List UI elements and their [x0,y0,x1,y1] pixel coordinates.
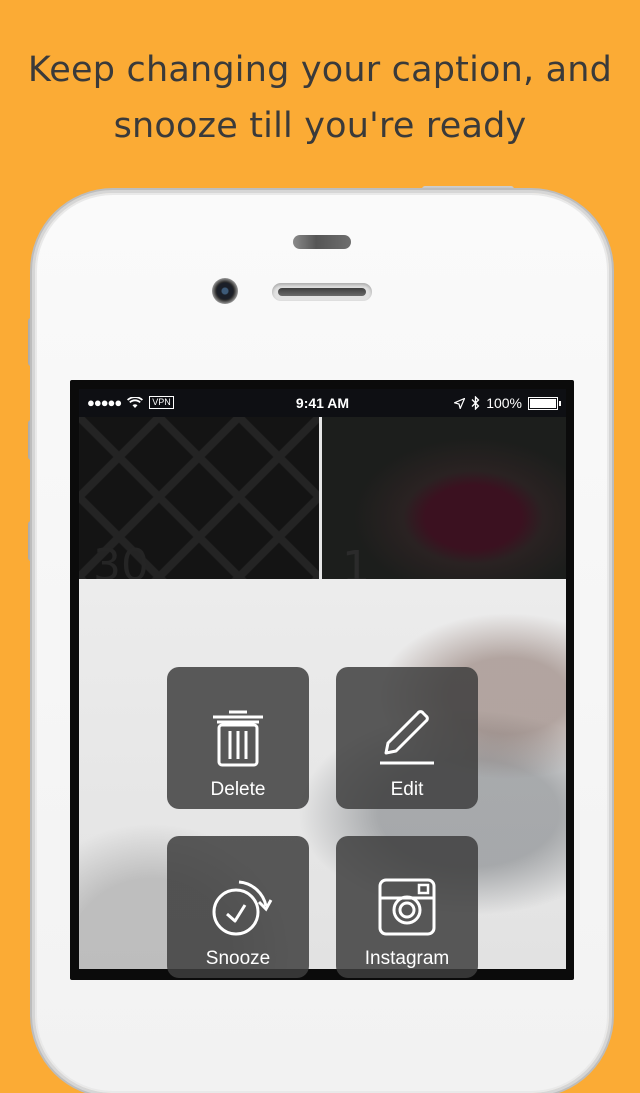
delete-label: Delete [210,779,266,800]
snooze-label: Snooze [205,948,271,969]
trash-icon [213,710,263,767]
front-camera [212,278,238,304]
edit-label: Edit [390,779,424,800]
delete-button[interactable]: Delete [167,667,309,809]
battery-icon [528,396,561,410]
promo-line-1: Keep changing your caption, and [27,50,613,90]
bluetooth-icon [471,396,480,410]
snooze-clock-icon [212,880,273,936]
instagram-icon [378,878,436,936]
photo-tile-pattern[interactable]: 30 [79,417,319,591]
battery-percent: 100% [486,395,522,411]
photo-grid: 30 1 [79,417,566,593]
edit-button[interactable]: Edit [336,667,478,809]
photo-tile-flower[interactable]: 1 [322,417,566,593]
promo-line-2: snooze till you're ready [113,106,527,146]
status-bar: ●●●●● VPN 9:41 AM 100% [79,389,566,417]
instagram-label: Instagram [364,948,450,969]
promo-headline: Keep changing your caption, and snooze t… [0,42,640,154]
proximity-sensor [293,235,351,249]
snooze-button[interactable]: Snooze [167,836,309,978]
earpiece-speaker [272,283,372,301]
pencil-icon [380,710,434,765]
instagram-button[interactable]: Instagram [336,836,478,978]
app-screen: ●●●●● VPN 9:41 AM 100% 30 1 [79,389,566,969]
blurred-photo-background [79,579,566,969]
location-icon [454,397,466,409]
